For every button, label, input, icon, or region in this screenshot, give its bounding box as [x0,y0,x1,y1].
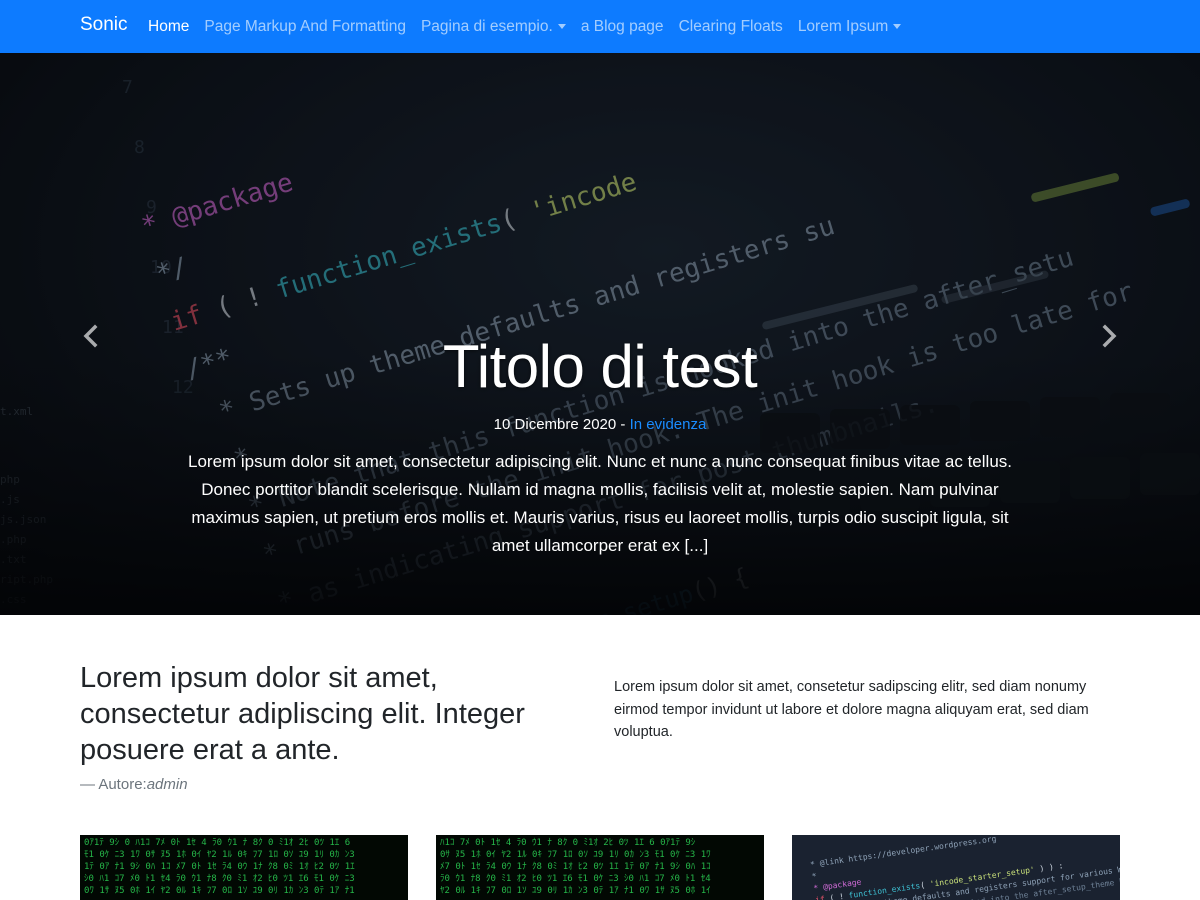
carousel-caption: Titolo di test 10 Dicembre 2020 - In evi… [180,331,1020,560]
chevron-left-icon[interactable] [76,321,106,351]
navbar-brand[interactable]: Sonic [80,14,128,36]
nav-item-label: Lorem Ipsum [797,17,889,35]
nav-item-label: Pagina di esempio. [420,17,553,35]
post-date: 10 Dicembre 2020 [493,416,617,433]
navbar: Sonic Home Page Markup And Formatting Pa… [0,0,1200,53]
hero-excerpt: Lorem ipsum dolor sit amet, consectetur … [188,452,1012,555]
post-card-thumbnail[interactable]: ﾊ1ｺ 7ﾒ 0ﾄ 1ｾ 4 ﾗ0 ｳ1 ﾅ 8ｸ 0 ﾐ1ｵ 2ﾋ 0ﾂ 1ｴ… [436,835,764,900]
nav-item-label: Page Markup And Formatting [204,17,406,35]
svg-text:1ﾃ 0ｱ ﾅ1 9ｼ 0ﾊ 1ｺ ﾒ7 0ﾄ 1ｾ ﾗ4: 1ﾃ 0ｱ ﾅ1 9ｼ 0ﾊ 1ｺ ﾒ7 0ﾄ 1ｾ ﾗ4 0ｳ 1ﾅ ｸ8 0… [84,861,355,872]
nav-item-label: a Blog page [580,17,664,35]
svg-text:0ﾜ 1ｻ ﾇ5 0ﾎ 1ｲ ﾔ2 0ﾙ 1ｷ ﾌ7 0ﾛ: 0ﾜ 1ｻ ﾇ5 0ﾎ 1ｲ ﾔ2 0ﾙ 1ｷ ﾌ7 0ﾛ 1ｿ ﾕ9 0ﾘ 1… [84,885,355,896]
svg-text:ﾗ0 ｳ1 ﾅ8 ｸ0 ﾐ1 ｵ2 ﾋ0 ﾂ1 ｴ6 ﾓ1: ﾗ0 ｳ1 ﾅ8 ｸ0 ﾐ1 ｵ2 ﾋ0 ﾂ1 ｴ6 ﾓ1 0ｹ ﾆ3 ｼ0 ﾊ… [440,873,711,884]
post-card-thumbnail[interactable]: * @link https://developer.wordpress.org … [792,835,1120,900]
svg-text:ｼ0 ﾊ1 ｺ7 ﾒ0 ﾄ1 ｾ4 ﾗ0 ｳ1 ﾅ8 ｸ0: ｼ0 ﾊ1 ｺ7 ﾒ0 ﾄ1 ｾ4 ﾗ0 ｳ1 ﾅ8 ｸ0 ﾐ1 ｵ2 ﾋ0 ﾂ… [84,873,355,884]
post-meta: 10 Dicembre 2020 - In evidenza [180,414,1020,436]
svg-text:0ｱ1ﾃ 9ｼ 0 ﾊ1ｺ 7ﾒ 0ﾄ 1ｾ 4 ﾗ0 ｳ1: 0ｱ1ﾃ 9ｼ 0 ﾊ1ｺ 7ﾒ 0ﾄ 1ｾ 4 ﾗ0 ｳ1 ﾅ 8ｸ 0 ﾐ1… [84,837,350,848]
nav-item-page-markup[interactable]: Page Markup And Formatting [204,18,406,36]
author-name[interactable]: admin [147,776,188,793]
category-link[interactable]: In evidenza [630,416,707,433]
navbar-menu: Home Page Markup And Formatting Pagina d… [148,0,916,53]
caret-down-icon [557,24,566,29]
nav-item-lorem-ipsum[interactable]: Lorem Ipsum [797,17,902,36]
hero-carousel: 789 101112 * @package */ if ( ! function… [0,53,1200,615]
matrix-code-image: 0ｱ1ﾃ 9ｼ 0 ﾊ1ｺ 7ﾒ 0ﾄ 1ｾ 4 ﾗ0 ｳ1 ﾅ 8ｸ 0 ﾐ1… [80,835,408,900]
intro-text: Lorem ipsum dolor sit amet, consetetur s… [614,679,1089,740]
svg-text:ﾒ7 0ﾄ 1ｾ ﾗ4 0ｳ 1ﾅ ｸ8 0ﾐ 1ｵ ﾋ2: ﾒ7 0ﾄ 1ｾ ﾗ4 0ｳ 1ﾅ ｸ8 0ﾐ 1ｵ ﾋ2 0ﾂ 1ｴ 1ﾃ 0… [440,861,711,872]
lead-heading: Lorem ipsum dolor sit amet, consectetur … [80,662,525,766]
code-editor-image: * @link https://developer.wordpress.org … [792,835,1120,900]
nav-item-blog-page[interactable]: a Blog page [581,18,664,36]
nav-item-label: Clearing Floats [678,17,783,35]
matrix-code-image: ﾊ1ｺ 7ﾒ 0ﾄ 1ｾ 4 ﾗ0 ｳ1 ﾅ 8ｸ 0 ﾐ1ｵ 2ﾋ 0ﾂ 1ｴ… [436,835,764,900]
svg-text:ﾊ1ｺ 7ﾒ 0ﾄ 1ｾ 4 ﾗ0 ｳ1 ﾅ 8ｸ 0 ﾐ1: ﾊ1ｺ 7ﾒ 0ﾄ 1ｾ 4 ﾗ0 ｳ1 ﾅ 8ｸ 0 ﾐ1ｵ 2ﾋ 0ﾂ 1ｴ… [440,837,696,848]
post-card-thumbnail[interactable]: 0ｱ1ﾃ 9ｼ 0 ﾊ1ｺ 7ﾒ 0ﾄ 1ｾ 4 ﾗ0 ｳ1 ﾅ 8ｸ 0 ﾐ1… [80,835,408,900]
caret-down-icon [893,24,902,29]
chevron-right-icon[interactable] [1094,321,1124,351]
meta-separator: - [616,416,630,433]
nav-item-home[interactable]: Home [148,18,189,36]
svg-text:0ｻ ﾇ5 1ﾎ 0ｲ ﾔ2 1ﾙ 0ｷ ﾌ7 1ﾛ 0ｿ: 0ｻ ﾇ5 1ﾎ 0ｲ ﾔ2 1ﾙ 0ｷ ﾌ7 1ﾛ 0ｿ ﾕ9 1ﾘ 0ｶ ﾝ… [440,849,711,860]
svg-text:ﾔ2 0ﾙ 1ｷ ﾌ7 0ﾛ 1ｿ ﾕ9 0ﾘ 1ｶ ﾝ3: ﾔ2 0ﾙ 1ｷ ﾌ7 0ﾛ 1ｿ ﾕ9 0ﾘ 1ｶ ﾝ3 0ﾃ 1ｱ ﾅ1 0… [440,885,711,896]
nav-item-clearing-floats[interactable]: Clearing Floats [679,18,783,36]
hero-title[interactable]: Titolo di test [180,331,1020,403]
nav-item-label: Home [148,17,190,35]
byline-prefix: — Autore: [80,776,147,793]
nav-item-pagina-di-esempio[interactable]: Pagina di esempio. [421,18,566,36]
author-byline: — Autore:admin [80,776,188,793]
svg-text:ﾓ1 0ｹ ﾆ3 1ﾜ 0ｻ ﾇ5 1ﾎ 0ｲ ﾔ2 1ﾙ: ﾓ1 0ｹ ﾆ3 1ﾜ 0ｻ ﾇ5 1ﾎ 0ｲ ﾔ2 1ﾙ 0ｷ ﾌ7 1ﾛ 0… [84,849,355,860]
